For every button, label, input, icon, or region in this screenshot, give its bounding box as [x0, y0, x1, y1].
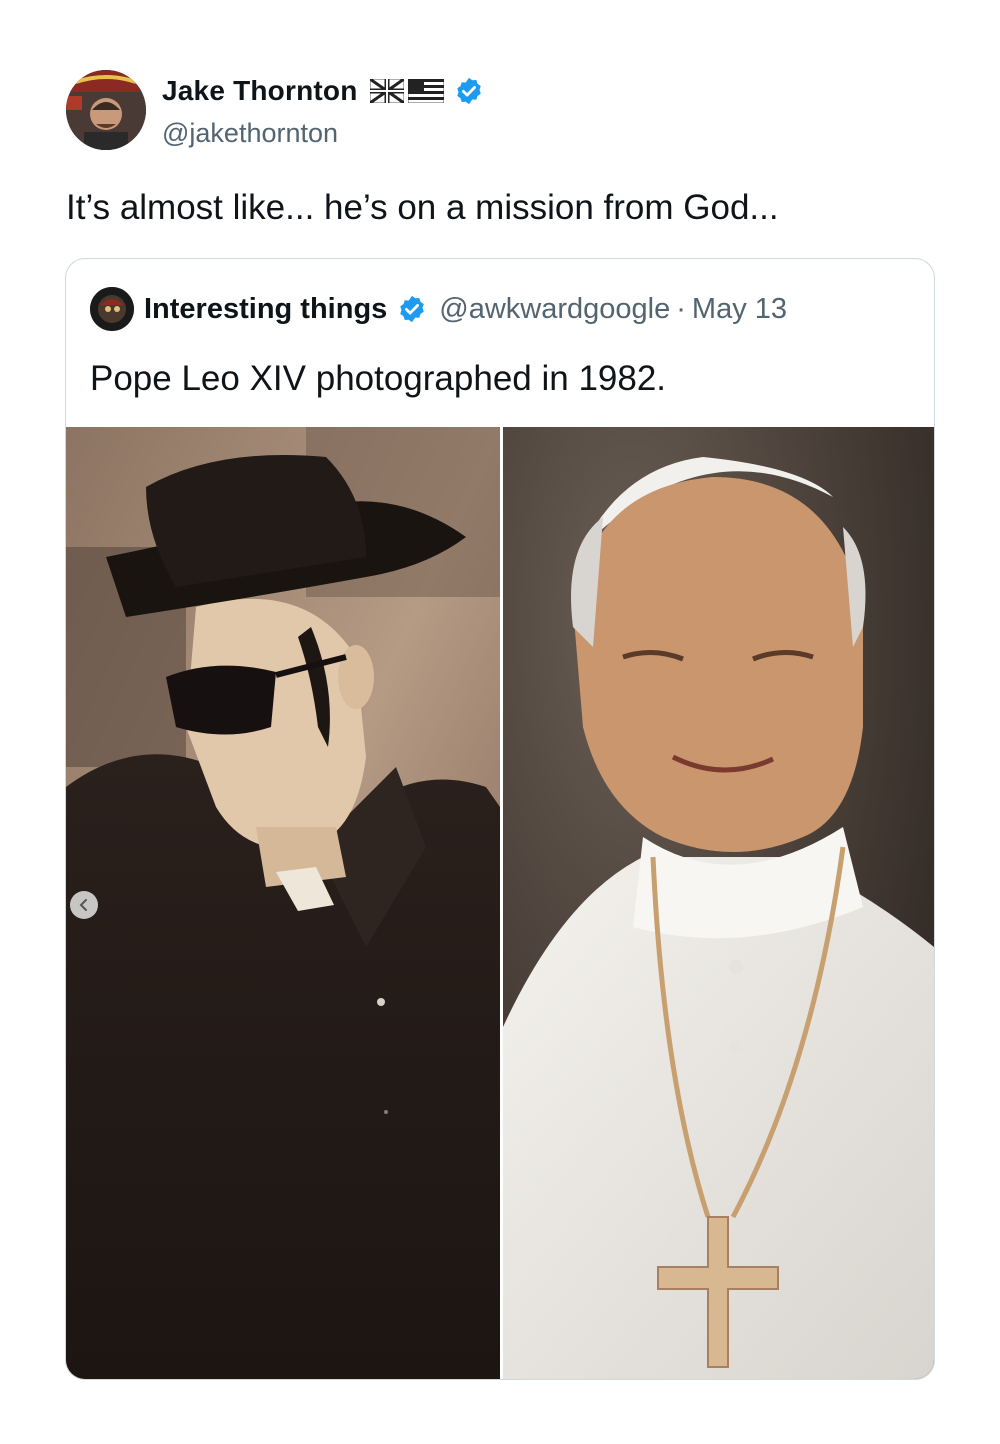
separator-dot: ·: [676, 292, 686, 325]
quoted-tweet-text: Pope Leo XIV photographed in 1982.: [90, 359, 667, 398]
pope-portrait-photo[interactable]: [503, 427, 934, 1379]
us-flag-icon: [407, 79, 444, 103]
man-in-hat-sunglasses-photo[interactable]: [66, 427, 500, 1379]
tweet-header: Jake Thornton @jakethornton: [66, 70, 946, 150]
quoted-author-name[interactable]: Interesting things: [144, 293, 387, 326]
chevron-left-icon: [79, 899, 87, 911]
quoted-author-avatar[interactable]: [90, 287, 134, 331]
uk-flag-icon: [369, 79, 404, 103]
tweet-text: It’s almost like... he’s on a mission fr…: [66, 188, 779, 227]
author-name[interactable]: Jake Thornton: [162, 75, 358, 107]
carousel-prev-button[interactable]: [70, 891, 98, 919]
verified-badge-icon: [456, 77, 481, 105]
author-handle[interactable]: @jakethornton: [162, 118, 338, 149]
author-avatar[interactable]: [66, 70, 146, 150]
quoted-media-grid: [66, 427, 934, 1379]
quoted-tweet-card[interactable]: Interesting things @awkwardgoogle · May …: [65, 258, 935, 1380]
quoted-tweet-header: Interesting things @awkwardgoogle · May …: [90, 287, 787, 331]
quoted-timestamp[interactable]: May 13: [692, 293, 787, 326]
verified-badge-icon: [400, 295, 425, 323]
quoted-author-handle[interactable]: @awkwardgoogle: [439, 293, 670, 326]
